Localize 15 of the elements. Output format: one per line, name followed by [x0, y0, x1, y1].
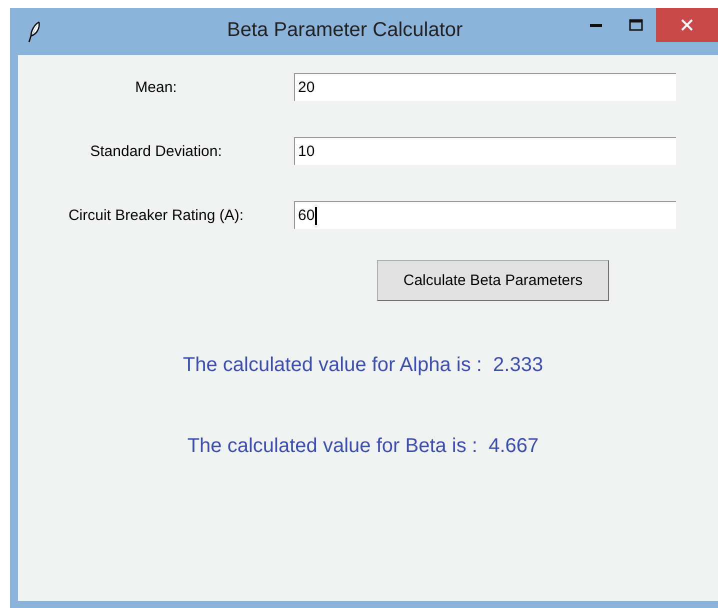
maximize-icon — [629, 19, 643, 31]
close-icon — [681, 19, 693, 31]
field-label: Circuit Breaker Rating (A): — [67, 206, 245, 224]
result-text: The calculated value for Beta is : 4.667 — [186, 435, 540, 458]
result-text: The calculated value for Alpha is : 2.333 — [182, 354, 544, 377]
minimize-icon — [590, 23, 602, 27]
feather-icon — [28, 20, 42, 42]
input-field[interactable]: 20 — [294, 73, 676, 101]
input-field[interactable]: 60 — [294, 201, 676, 229]
field-label: Standard Deviation: — [89, 142, 223, 160]
input-field[interactable]: 10 — [294, 137, 676, 165]
field-label: Mean: — [134, 78, 178, 96]
window-title: Beta Parameter Calculator — [227, 19, 463, 42]
close-button[interactable] — [656, 8, 718, 42]
calculate-button[interactable]: Calculate Beta Parameters — [377, 260, 609, 301]
